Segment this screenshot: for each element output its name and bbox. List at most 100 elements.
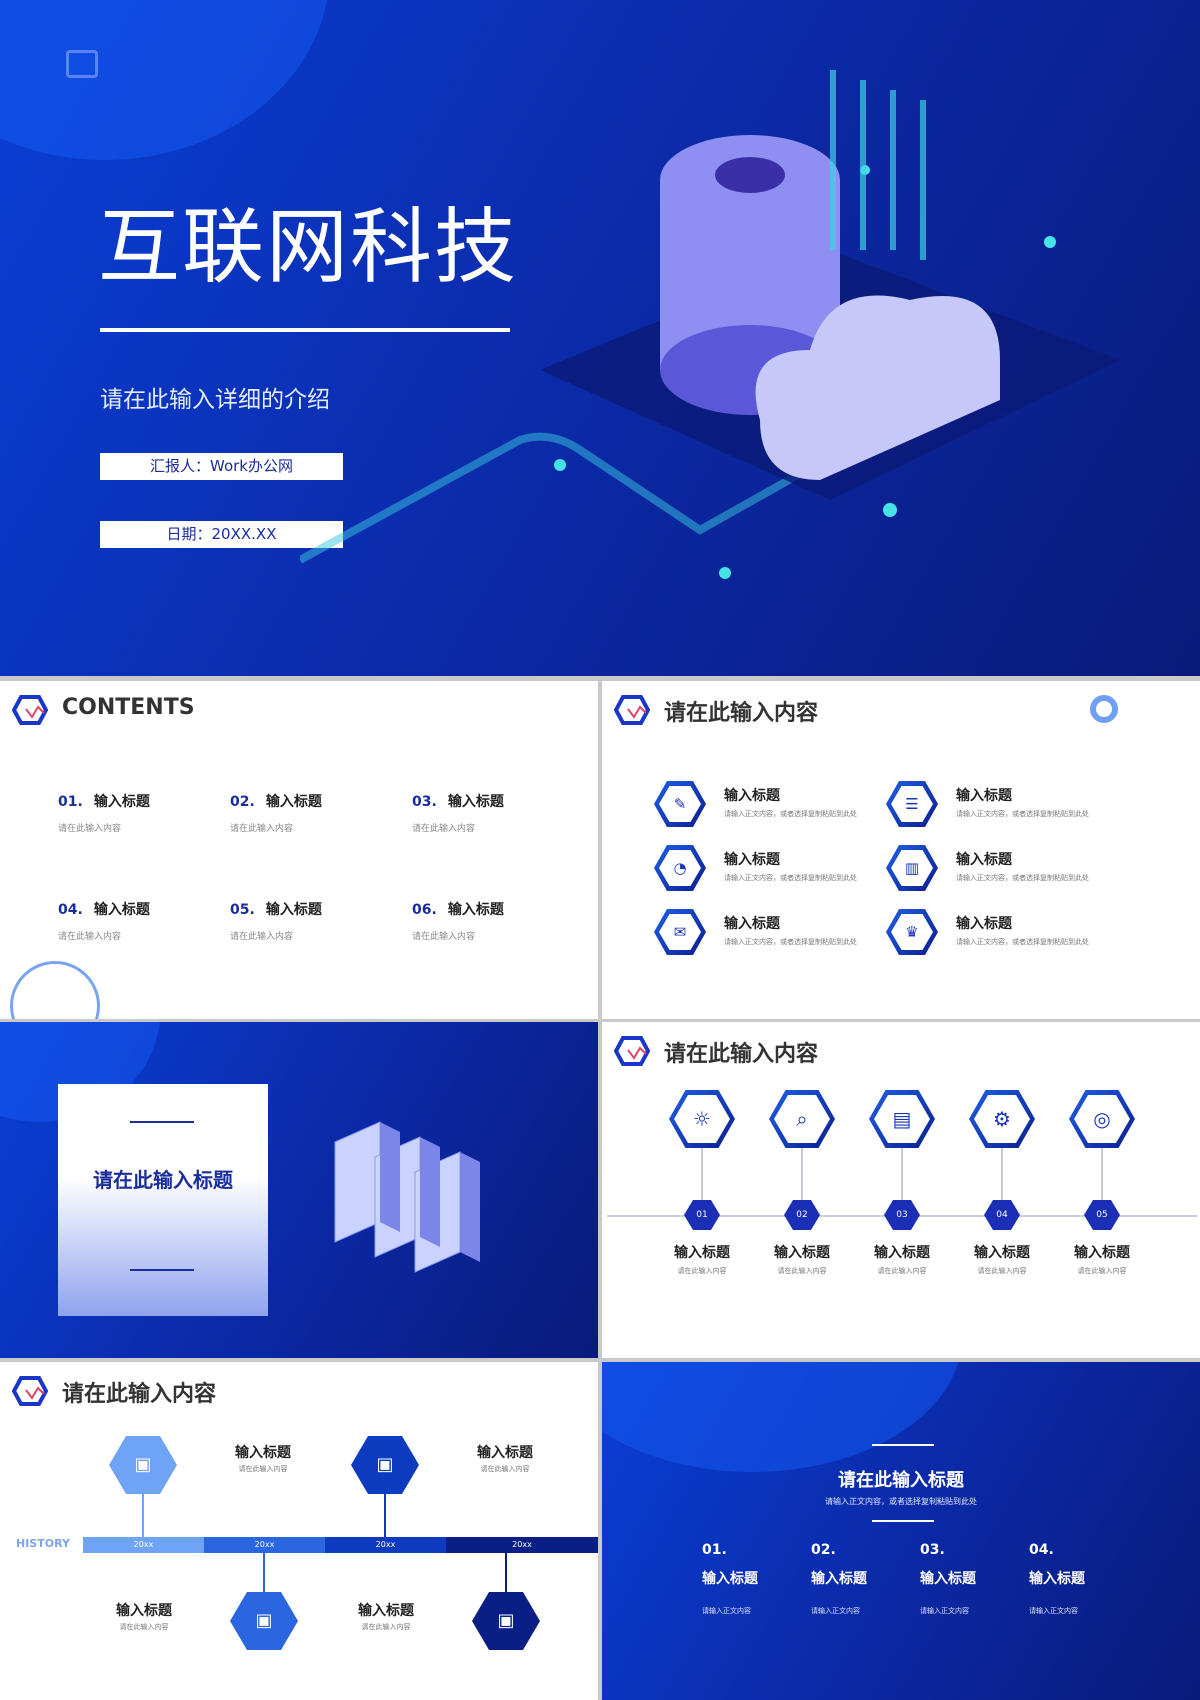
lightbulb-icon: ☼ — [669, 1090, 735, 1148]
process-slide[interactable]: 请在此输入内容 ☼ 01 输入标题 请在此输入内容 ⌕ 02 输入标题 请在此输… — [602, 1022, 1200, 1358]
contents-item[interactable]: 01. 输入标题 请在此输入内容 — [58, 791, 150, 834]
logo-hexagon-icon — [12, 1376, 48, 1406]
ending-item[interactable]: 01. 输入标题 请输入正文内容 — [702, 1542, 758, 1616]
item-number: 01. — [702, 1542, 727, 1558]
process-step[interactable]: ⌕ 02 输入标题 请在此输入内容 — [752, 1090, 852, 1320]
feature-item[interactable]: ✉ 输入标题 请输入正文内容，或者选择复制粘贴到此处 — [654, 909, 906, 959]
step-number: 05 — [1084, 1200, 1120, 1230]
logo-hexagon-icon — [614, 1036, 650, 1066]
ending-item[interactable]: 02. 输入标题 请输入正文内容 — [811, 1542, 867, 1616]
item-title: 输入标题 — [447, 902, 504, 918]
feature-title: 输入标题 — [956, 852, 1012, 868]
item-title: 输入标题 — [1029, 1571, 1085, 1587]
feature-desc: 请输入正文内容，或者选择复制粘贴到此处 — [724, 938, 857, 946]
item-title: 输入标题 — [93, 902, 150, 918]
step-desc: 请在此输入内容 — [977, 1267, 1027, 1275]
process-step[interactable]: ◎ 05 输入标题 请在此输入内容 — [1052, 1090, 1152, 1320]
chat-icon: ✉ — [654, 909, 706, 955]
hexagon-decoration-icon — [66, 50, 98, 78]
history-item-title: 输入标题 — [358, 1603, 414, 1619]
item-number: 04. — [1029, 1542, 1054, 1558]
step-title: 输入标题 — [1074, 1245, 1130, 1261]
item-desc: 请输入正文内容 — [1029, 1607, 1078, 1615]
timeline-segment: 20xx — [204, 1537, 325, 1553]
circle-decoration-icon — [10, 961, 100, 1019]
cover-slide[interactable]: 互联网科技 请在此输入详细的介绍 汇报人：Work办公网 日期：20XX.XX — [0, 0, 1200, 676]
item-desc: 请输入正文内容 — [920, 1607, 969, 1615]
step-desc: 请在此输入内容 — [677, 1267, 727, 1275]
feature-item[interactable]: ✎ 输入标题 请输入正文内容，或者选择复制粘贴到此处 — [654, 781, 906, 831]
feature-title: 输入标题 — [724, 852, 780, 868]
item-desc: 请在此输入内容 — [230, 932, 294, 942]
ending-title: 请在此输入标题 — [838, 1470, 964, 1491]
history-item-desc: 请在此输入内容 — [361, 1623, 411, 1631]
process-step[interactable]: ⚙ 04 输入标题 请在此输入内容 — [952, 1090, 1052, 1320]
timeline-segment: 20xx — [446, 1537, 598, 1553]
features-slide[interactable]: 请在此输入内容 ✎ 输入标题 请输入正文内容，或者选择复制粘贴到此处 ☰ 输入标… — [602, 681, 1200, 1019]
step-number: 03 — [884, 1200, 920, 1230]
item-number: 06. — [412, 902, 437, 918]
section-title: 请在此输入标题 — [93, 1168, 233, 1192]
process-step[interactable]: ▤ 03 输入标题 请在此输入内容 — [852, 1090, 952, 1320]
item-title: 输入标题 — [702, 1571, 758, 1587]
feature-item[interactable]: ☰ 输入标题 请输入正文内容，或者选择复制粘贴到此处 — [886, 781, 1138, 831]
item-title: 输入标题 — [265, 794, 322, 810]
contents-item[interactable]: 02. 输入标题 请在此输入内容 — [230, 791, 322, 834]
step-desc: 请在此输入内容 — [877, 1267, 927, 1275]
history-label: HISTORY — [16, 1537, 70, 1550]
server-racks-illustration — [334, 1121, 480, 1273]
timeline-segment: 20xx — [325, 1537, 446, 1553]
item-desc: 请在此输入内容 — [230, 824, 294, 834]
document-edit-icon: ✎ — [654, 781, 706, 827]
history-item-title: 输入标题 — [116, 1603, 172, 1619]
chart-document-icon: ▣ — [109, 1436, 177, 1494]
search-icon: ⌕ — [769, 1090, 835, 1148]
history-item-title: 输入标题 — [235, 1445, 291, 1461]
item-number: 05. — [230, 902, 255, 918]
step-title: 输入标题 — [674, 1245, 730, 1261]
history-item-desc: 请在此输入内容 — [119, 1623, 169, 1631]
section-slide[interactable]: 请在此输入标题 — [0, 1022, 598, 1358]
feature-desc: 请输入正文内容，或者选择复制粘贴到此处 — [724, 810, 857, 818]
cover-subtitle: 请在此输入详细的介绍 — [100, 387, 330, 413]
network-nodes-icon: ▣ — [230, 1592, 298, 1650]
section-title-panel: 请在此输入标题 — [58, 1084, 268, 1316]
contents-slide[interactable]: CONTENTS 01. 输入标题 请在此输入内容 02. 输入标题 请在此输入… — [0, 681, 598, 1019]
item-desc: 请在此输入内容 — [58, 824, 122, 834]
features-title: 请在此输入内容 — [664, 701, 819, 726]
contents-item[interactable]: 03. 输入标题 请在此输入内容 — [412, 791, 504, 834]
document-icon: ▤ — [869, 1090, 935, 1148]
ring-decoration-icon — [1090, 695, 1118, 723]
history-item-title: 输入标题 — [477, 1445, 533, 1461]
feature-desc: 请输入正文内容，或者选择复制粘贴到此处 — [956, 874, 1089, 882]
step-number: 04 — [984, 1200, 1020, 1230]
item-number: 03. — [412, 794, 437, 810]
contents-item[interactable]: 04. 输入标题 请在此输入内容 — [58, 899, 150, 942]
step-title: 输入标题 — [974, 1245, 1030, 1261]
item-desc: 请在此输入内容 — [412, 932, 476, 942]
feature-title: 输入标题 — [956, 916, 1012, 932]
feature-item[interactable]: ♛ 输入标题 请输入正文内容，或者选择复制粘贴到此处 — [886, 909, 1138, 959]
history-slide[interactable]: 请在此输入内容 HISTORY 20xx 20xx 20xx 20xx ▣ 输入标题 请… — [0, 1362, 598, 1700]
step-desc: 请在此输入内容 — [1077, 1267, 1127, 1275]
item-number: 02. — [811, 1542, 836, 1558]
contents-title: CONTENTS — [62, 695, 195, 720]
feature-title: 输入标题 — [956, 788, 1012, 804]
step-number: 02 — [784, 1200, 820, 1230]
ending-item[interactable]: 03. 输入标题 请输入正文内容 — [920, 1542, 976, 1616]
contents-item[interactable]: 06. 输入标题 请在此输入内容 — [412, 899, 504, 942]
ending-slide[interactable]: 请在此输入标题 请输入正文内容，或者选择复制粘贴到此处 01. 输入标题 请输入… — [602, 1362, 1200, 1700]
logo-hexagon-icon — [12, 695, 48, 725]
feature-desc: 请输入正文内容，或者选择复制粘贴到此处 — [956, 810, 1089, 818]
process-step[interactable]: ☼ 01 输入标题 请在此输入内容 — [652, 1090, 752, 1320]
item-desc: 请输入正文内容 — [702, 1607, 751, 1615]
item-title: 输入标题 — [447, 794, 504, 810]
ending-item[interactable]: 04. 输入标题 请输入正文内容 — [1029, 1542, 1085, 1616]
cloud-user-icon: ▣ — [472, 1592, 540, 1650]
item-number: 01. — [58, 794, 83, 810]
feature-item[interactable]: ◔ 输入标题 请输入正文内容，或者选择复制粘贴到此处 — [654, 845, 906, 895]
contents-item[interactable]: 05. 输入标题 请在此输入内容 — [230, 899, 322, 942]
feature-item[interactable]: ▥ 输入标题 请输入正文内容，或者选择复制粘贴到此处 — [886, 845, 1138, 895]
logo-hexagon-icon — [614, 695, 650, 725]
step-title: 输入标题 — [774, 1245, 830, 1261]
